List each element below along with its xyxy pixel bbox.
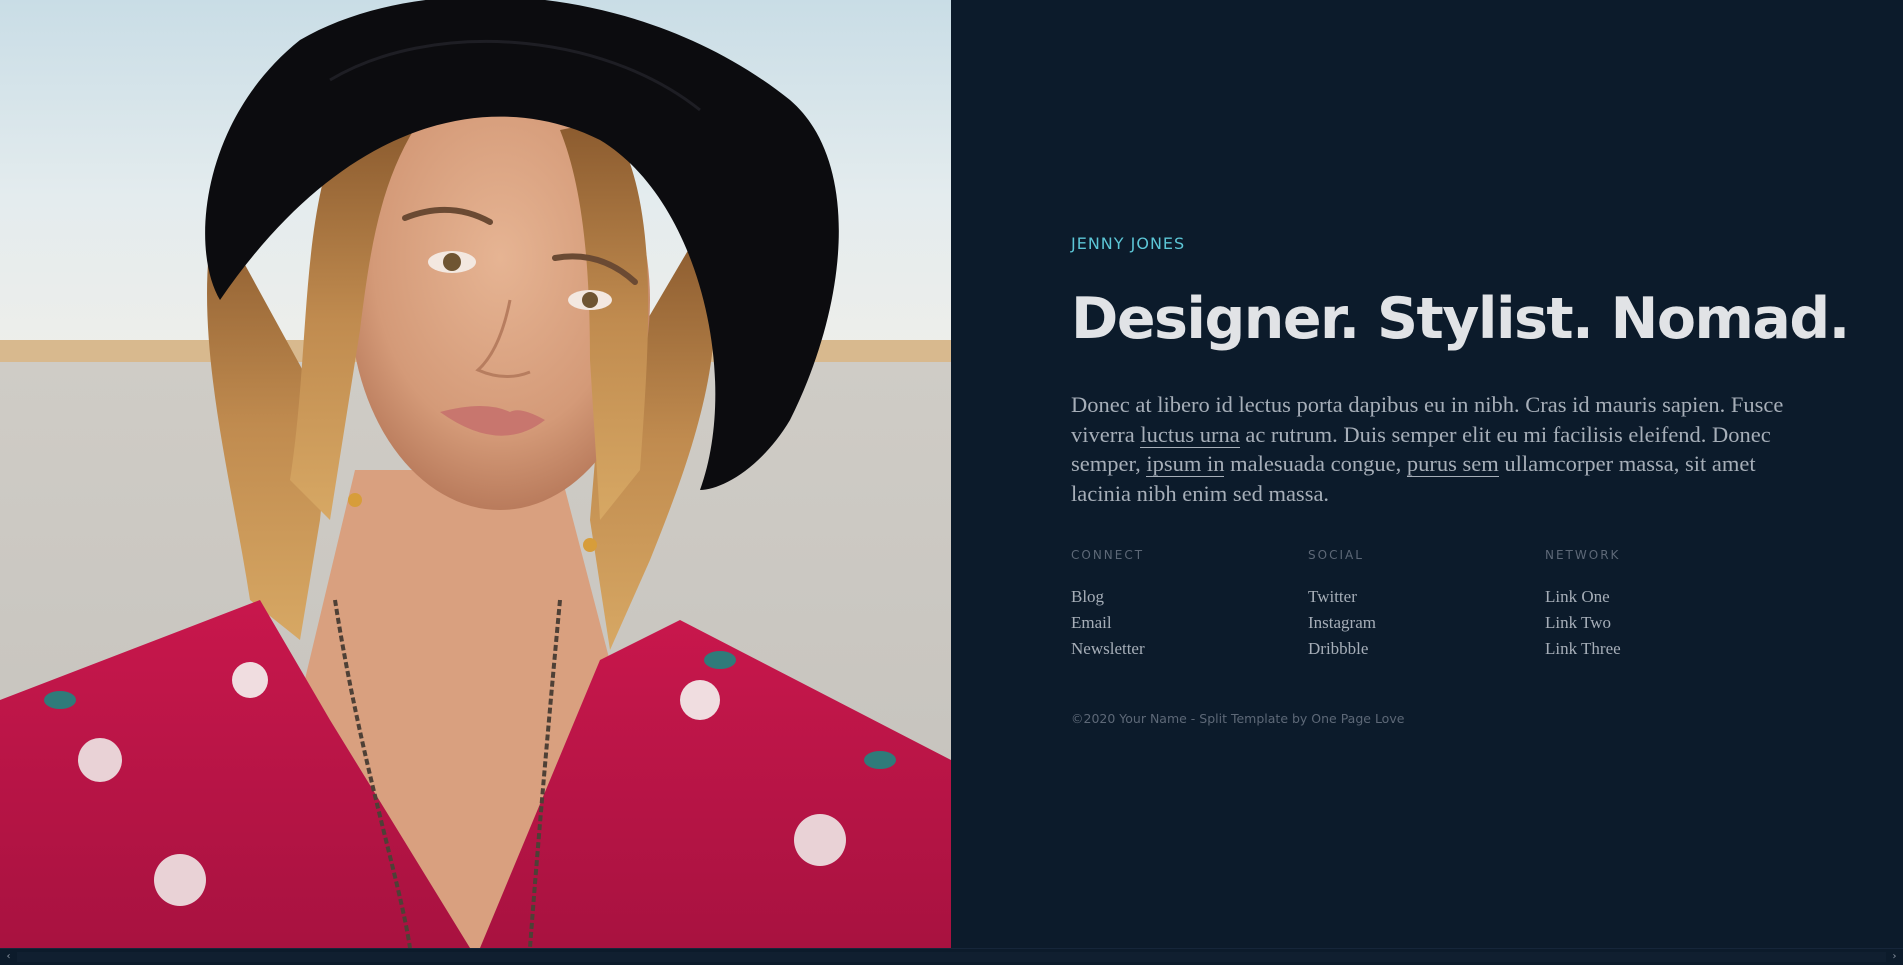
social-column: SOCIAL Twitter Instagram Dribbble	[1308, 547, 1538, 662]
connect-list: Blog Email Newsletter	[1071, 584, 1301, 662]
blog-link[interactable]: Blog	[1071, 587, 1104, 606]
intro-link-purus-sem[interactable]: purus sem	[1406, 451, 1499, 477]
instagram-link[interactable]: Instagram	[1308, 613, 1376, 632]
connect-column: CONNECT Blog Email Newsletter	[1071, 547, 1301, 662]
list-item: Link Two	[1545, 610, 1775, 636]
network-list: Link One Link Two Link Three	[1545, 584, 1775, 662]
list-item: Dribbble	[1308, 636, 1538, 662]
twitter-link[interactable]: Twitter	[1308, 587, 1357, 606]
page-title: Designer. Stylist. Nomad.	[1071, 286, 1850, 352]
link-two[interactable]: Link Two	[1545, 613, 1611, 632]
list-item: Newsletter	[1071, 636, 1301, 662]
social-list: Twitter Instagram Dribbble	[1308, 584, 1538, 662]
list-item: Blog	[1071, 584, 1301, 610]
link-one[interactable]: Link One	[1545, 587, 1610, 606]
footer-credit: ©2020 Your Name - Split Template by One …	[1071, 711, 1405, 726]
content-panel: JENNY JONES Designer. Stylist. Nomad. Do…	[951, 0, 1903, 948]
connect-heading: CONNECT	[1071, 548, 1145, 562]
intro-link-ipsum-in[interactable]: ipsum in	[1146, 451, 1225, 477]
list-item: Twitter	[1308, 584, 1538, 610]
list-item: Instagram	[1308, 610, 1538, 636]
horizontal-scrollbar[interactable]: ‹ ›	[0, 948, 1903, 965]
dribbble-link[interactable]: Dribbble	[1308, 639, 1368, 658]
page: JENNY JONES Designer. Stylist. Nomad. Do…	[0, 0, 1903, 965]
intro-link-luctus-urna[interactable]: luctus urna	[1140, 421, 1240, 448]
profile-name: JENNY JONES	[1071, 234, 1186, 253]
network-heading: NETWORK	[1545, 548, 1621, 562]
list-item: Email	[1071, 610, 1301, 636]
intro-paragraph: Donec at libero id lectus porta dapibus …	[1071, 390, 1791, 508]
link-three[interactable]: Link Three	[1545, 639, 1621, 658]
scroll-right-arrow-icon[interactable]: ›	[1886, 949, 1903, 965]
intro-text-3: malesuada congue,	[1224, 451, 1407, 476]
scroll-left-arrow-icon[interactable]: ‹	[0, 949, 17, 965]
email-link[interactable]: Email	[1071, 613, 1112, 632]
network-column: NETWORK Link One Link Two Link Three	[1545, 547, 1775, 662]
list-item: Link One	[1545, 584, 1775, 610]
hero-photo	[0, 0, 951, 948]
newsletter-link[interactable]: Newsletter	[1071, 639, 1145, 658]
social-heading: SOCIAL	[1308, 548, 1364, 562]
list-item: Link Three	[1545, 636, 1775, 662]
scrollbar-thumb[interactable]	[17, 952, 1886, 962]
